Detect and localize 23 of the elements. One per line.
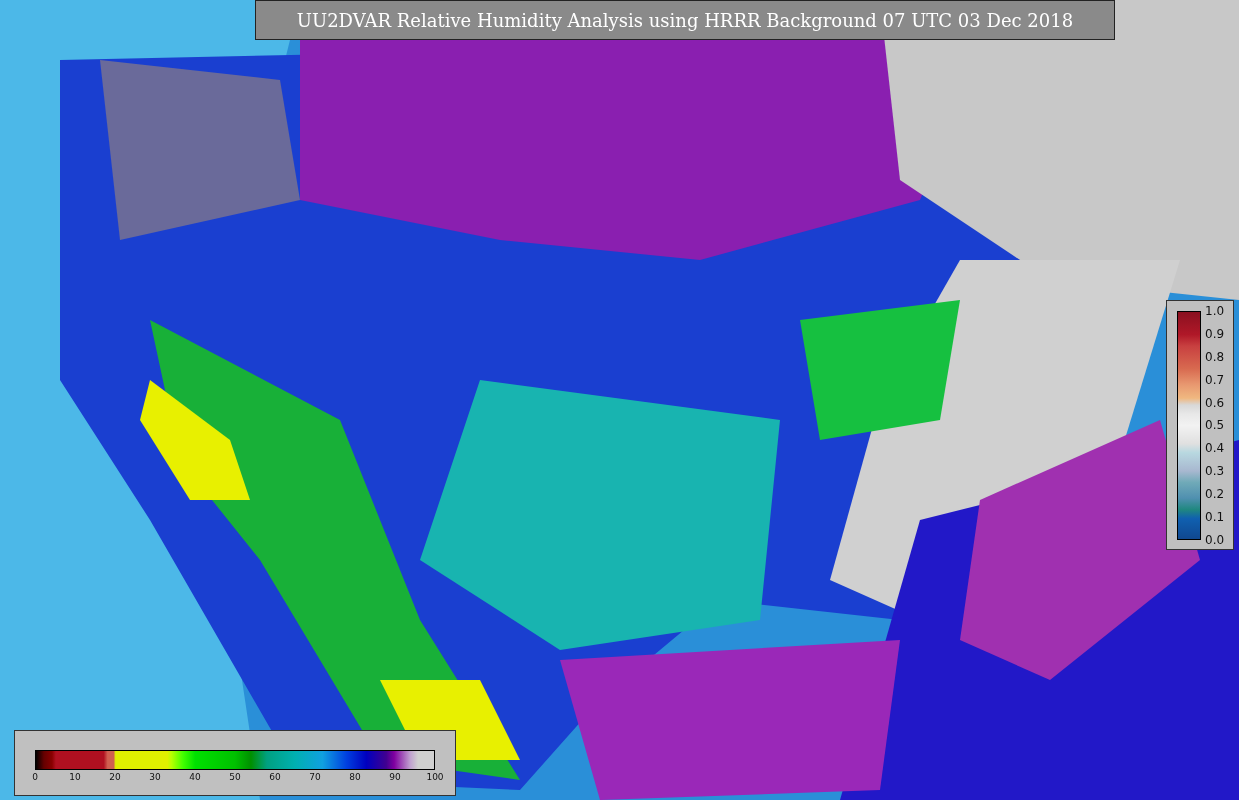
scale-label: 0.4 bbox=[1205, 441, 1225, 456]
scale-label: 0.6 bbox=[1205, 395, 1225, 410]
scale-label: 1.0 bbox=[1205, 304, 1225, 318]
scale-label: 10 bbox=[69, 772, 81, 782]
scale-label: 0.2 bbox=[1205, 487, 1225, 502]
scale-label: 60 bbox=[269, 772, 281, 782]
scale-label: 50 bbox=[229, 772, 241, 782]
map-title: UU2DVAR Relative Humidity Analysis using HRRR Background 07 UTC 03 Dec 2018 bbox=[255, 0, 1115, 40]
scale-label: 0.5 bbox=[1205, 418, 1225, 433]
scale-label: 0.7 bbox=[1205, 372, 1225, 387]
scale-label: 0.8 bbox=[1205, 349, 1225, 364]
scale-label: 0.3 bbox=[1205, 464, 1225, 479]
scale-label: 0.0 bbox=[1205, 532, 1225, 547]
scale-label: 0.9 bbox=[1205, 326, 1225, 341]
scale-label: 70 bbox=[309, 772, 321, 782]
scale-label: 0 bbox=[32, 772, 38, 782]
scale-label: 90 bbox=[389, 772, 401, 782]
scale-label: 30 bbox=[149, 772, 161, 782]
scale-label: 40 bbox=[189, 772, 201, 782]
scale-label: 80 bbox=[349, 772, 361, 782]
scale-label: 100 bbox=[426, 772, 444, 782]
scale-label: 20 bbox=[109, 772, 121, 782]
scale-label: 0.1 bbox=[1205, 510, 1225, 524]
